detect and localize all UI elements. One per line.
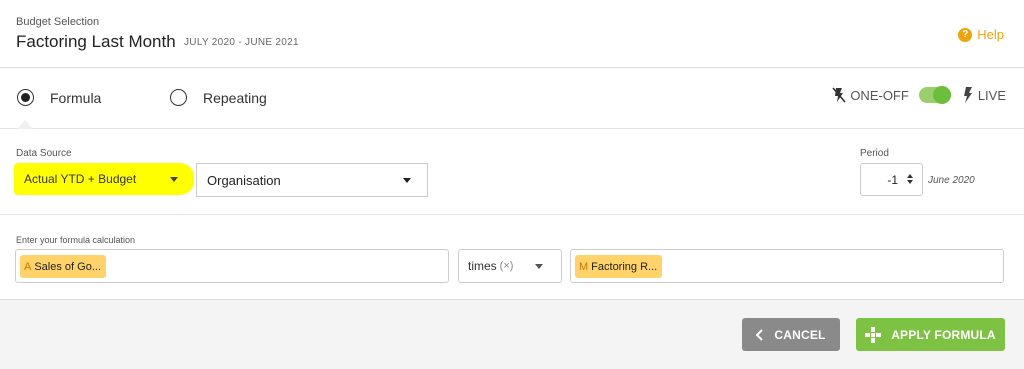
apply-label: APPLY FORMULA xyxy=(891,327,996,342)
chevron-left-icon xyxy=(756,328,764,341)
operand-type-tag: M xyxy=(579,260,589,273)
formula-section: Enter your formula calculation A Sales o… xyxy=(0,215,1024,300)
mode-selector: Formula Repeating ONE-OFF LIVE xyxy=(0,68,1024,129)
date-range: JULY 2020 - JUNE 2021 xyxy=(184,37,299,48)
spinner-icon[interactable] xyxy=(907,174,913,184)
operand-type-tag: A xyxy=(24,260,32,273)
caret-down-icon xyxy=(535,264,543,269)
one-off-option[interactable]: ONE-OFF xyxy=(832,87,909,103)
budget-formula-panel: Budget Selection Factoring Last Month JU… xyxy=(0,0,1024,369)
radio-circle xyxy=(170,89,187,106)
flash-icon xyxy=(963,87,972,103)
caret-down-icon xyxy=(170,177,178,182)
radio-formula-label: Formula xyxy=(50,89,102,106)
right-operand-chip[interactable]: M Factoring R... xyxy=(575,255,663,278)
data-source-select[interactable]: Actual YTD + Budget xyxy=(14,163,194,195)
operator-symbol: (×) xyxy=(499,260,514,272)
live-label: LIVE xyxy=(977,87,1006,103)
live-switch[interactable] xyxy=(918,86,951,104)
cancel-label: CANCEL xyxy=(774,327,826,342)
section-label: Budget Selection xyxy=(16,16,100,28)
help-link[interactable]: ? Help xyxy=(958,27,1004,42)
left-operand-chip[interactable]: A Sales of Go... xyxy=(20,255,106,278)
scope-value: Organisation xyxy=(207,172,281,188)
footer-actions: CANCEL APPLY FORMULA xyxy=(0,300,1024,369)
data-source-section: Data Source Actual YTD + Budget Organisa… xyxy=(0,129,1024,215)
scope-select[interactable]: Organisation xyxy=(196,163,428,197)
flash-off-icon xyxy=(832,87,846,103)
header: Budget Selection Factoring Last Month JU… xyxy=(0,0,1024,68)
help-label: Help xyxy=(977,27,1004,42)
live-option[interactable]: LIVE xyxy=(963,87,1006,103)
page-title: Factoring Last Month xyxy=(16,32,176,51)
period-stepper[interactable]: -1 xyxy=(860,163,923,196)
period-resolved-month: June 2020 xyxy=(928,175,975,186)
live-toggle-group: ONE-OFF LIVE xyxy=(832,86,1006,104)
data-source-label: Data Source xyxy=(16,148,72,159)
right-operand-field[interactable]: M Factoring R... xyxy=(570,249,1004,283)
tab-pointer xyxy=(17,120,33,129)
cancel-button[interactable]: CANCEL xyxy=(742,318,840,351)
formula-label: Enter your formula calculation xyxy=(16,235,136,245)
data-source-value: Actual YTD + Budget xyxy=(24,172,137,186)
period-label: Period xyxy=(860,148,889,159)
period-value: -1 xyxy=(887,172,898,187)
operator-select[interactable]: times (×) xyxy=(458,249,562,283)
radio-circle-selected xyxy=(17,89,34,106)
radio-formula[interactable]: Formula xyxy=(17,89,101,106)
radio-repeating-label: Repeating xyxy=(203,89,267,106)
question-circle-icon: ? xyxy=(958,27,973,42)
left-operand-field[interactable]: A Sales of Go... xyxy=(15,249,449,283)
one-off-label: ONE-OFF xyxy=(850,87,909,103)
operator-label: times xyxy=(468,259,497,273)
left-operand-text: Sales of Go... xyxy=(34,260,101,273)
caret-down-icon xyxy=(403,178,411,183)
apply-formula-button[interactable]: APPLY FORMULA xyxy=(856,318,1005,351)
right-operand-text: Factoring R... xyxy=(591,260,658,273)
radio-repeating[interactable]: Repeating xyxy=(170,89,267,106)
puzzle-apply-icon xyxy=(865,326,882,343)
